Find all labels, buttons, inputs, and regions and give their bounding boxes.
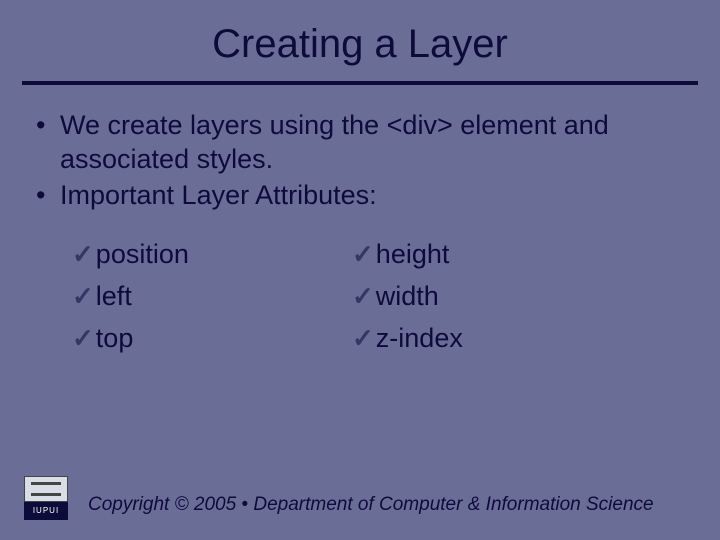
check-icon: ✓ [72,318,94,358]
check-item: ✓width [352,276,632,318]
logo-text: IUPUI [24,502,68,520]
bullet-item: We create layers using the <div> element… [30,109,690,177]
check-item: ✓left [72,276,352,318]
check-col-left: ✓position ✓left ✓top [72,234,352,360]
check-col-right: ✓height ✓width ✓z-index [352,234,632,360]
bullet-list: We create layers using the <div> element… [30,109,690,212]
check-item: ✓position [72,234,352,276]
check-icon: ✓ [352,276,374,316]
check-item: ✓height [352,234,632,276]
check-columns: ✓position ✓left ✓top ✓height ✓width ✓z-i… [72,234,690,360]
iupui-logo: IUPUI [24,476,68,520]
check-label: width [376,281,439,311]
check-icon: ✓ [352,318,374,358]
check-label: z-index [376,323,463,353]
check-label: top [96,323,134,353]
check-icon: ✓ [352,234,374,274]
check-label: left [96,281,132,311]
check-label: position [96,239,189,269]
check-label: height [376,239,450,269]
logo-building-icon [24,476,68,502]
footer: IUPUI Copyright © 2005 • Department of C… [0,476,720,520]
check-icon: ✓ [72,234,94,274]
check-icon: ✓ [72,276,94,316]
bullet-item: Important Layer Attributes: [30,179,690,213]
check-item: ✓top [72,318,352,360]
title-area: Creating a Layer [0,0,720,67]
copyright-line: Copyright © 2005 • Department of Compute… [88,494,654,520]
content-area: We create layers using the <div> element… [0,85,720,360]
slide-title: Creating a Layer [0,22,720,67]
check-item: ✓z-index [352,318,632,360]
